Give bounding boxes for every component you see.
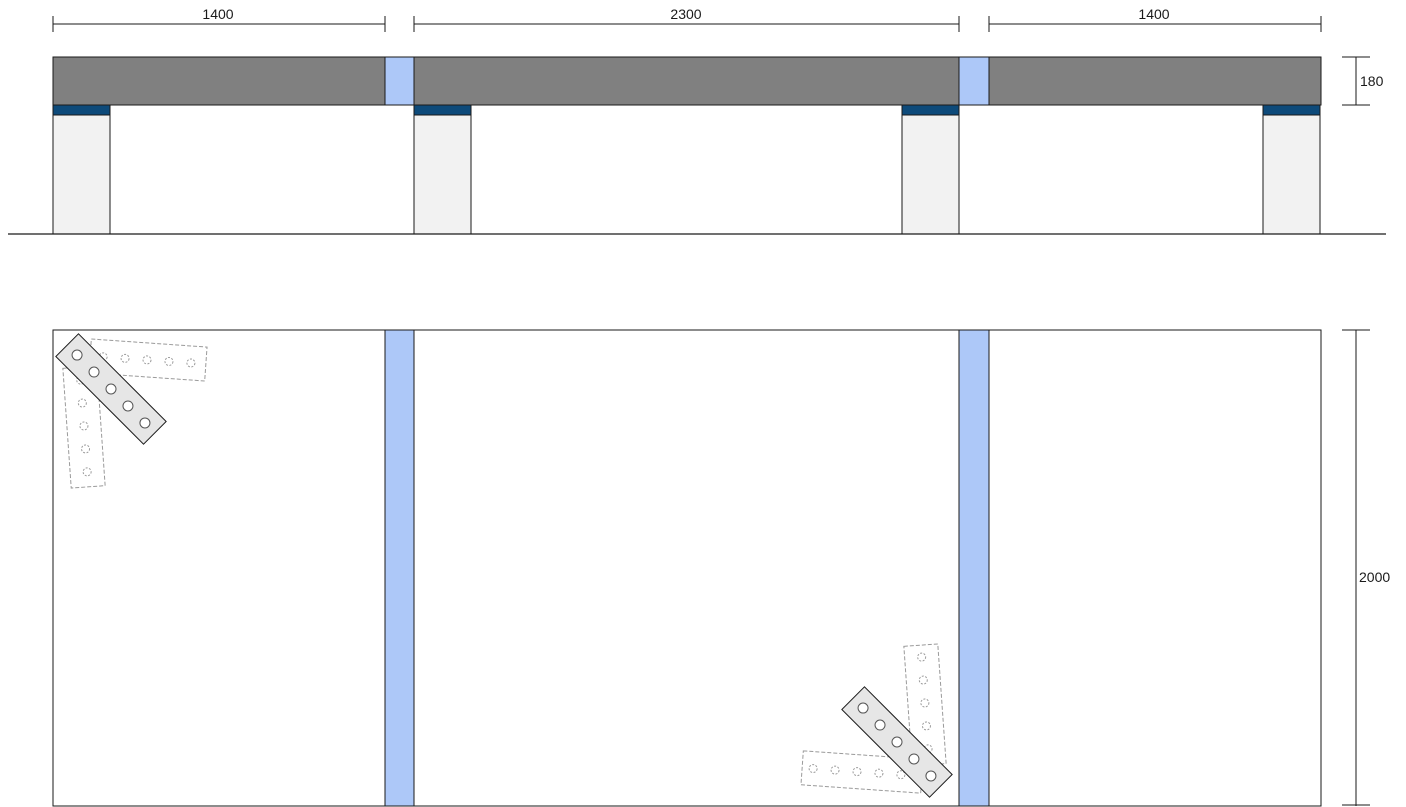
- support-column-4: [1262, 114, 1321, 235]
- slab-segment-right: [988, 56, 1322, 106]
- bearing-pad-3: [901, 104, 960, 116]
- support-column-3: [901, 114, 960, 235]
- dimension-label-width: 2000: [1359, 569, 1390, 585]
- dimension-line-width: [1342, 329, 1370, 806]
- dimension-label-thickness: 180: [1360, 73, 1384, 89]
- bearing-pad-2: [413, 104, 472, 116]
- plan-joint-right: [958, 329, 990, 807]
- plan-view: 2000: [52, 329, 1390, 807]
- joint-left: [384, 56, 415, 106]
- support-column-2: [413, 114, 472, 235]
- slab-segment-middle: [413, 56, 960, 106]
- dimension-label-left: 1400: [202, 6, 233, 22]
- joint-right: [958, 56, 990, 106]
- bearing-pad-4: [1262, 104, 1321, 116]
- elevation-view: 1400 2300 1400 180: [8, 6, 1386, 235]
- plan-outline: [52, 329, 1322, 807]
- dimension-label-middle: 2300: [670, 6, 701, 22]
- structural-drawing: 1400 2300 1400 180 2000: [8, 6, 1390, 807]
- bearing-pad-1: [52, 104, 111, 116]
- support-column-1: [52, 114, 111, 235]
- plan-joint-left: [384, 329, 415, 807]
- dimension-label-right: 1400: [1138, 6, 1169, 22]
- slab-segment-left: [52, 56, 386, 106]
